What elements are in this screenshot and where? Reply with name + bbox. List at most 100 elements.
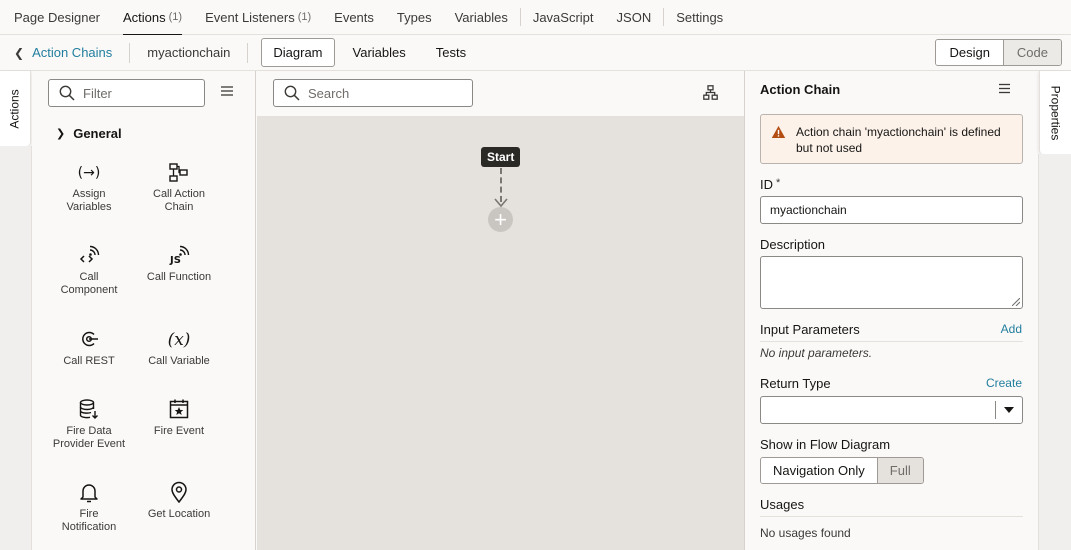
tab-tests[interactable]: Tests: [424, 38, 478, 67]
flow-diagram-toggle: Navigation Only Full: [760, 457, 924, 484]
item-label: Get Location: [147, 508, 211, 520]
actions-side-tab[interactable]: Actions: [0, 71, 31, 146]
back-label: Action Chains: [32, 45, 113, 60]
add-parameter-link[interactable]: Add: [1001, 322, 1022, 336]
svg-text:(→): (→): [78, 165, 101, 181]
right-side-strip: [1038, 154, 1071, 550]
tab-count: (1): [297, 11, 312, 23]
group-general-header[interactable]: ❯ General: [56, 126, 122, 141]
tab-chain-variables[interactable]: Variables: [341, 38, 418, 67]
tab-label: Settings: [676, 9, 724, 25]
rest-icon: [44, 327, 134, 351]
item-label: Component: [60, 284, 118, 296]
input-parameters-label: Input Parameters: [760, 322, 860, 337]
show-in-flow-label: Show in Flow Diagram: [760, 437, 891, 452]
return-type-label: Return Type: [760, 376, 831, 391]
search-placeholder: Search: [308, 85, 350, 101]
svg-text:JS: JS: [169, 255, 181, 266]
palette-item-call-component[interactable]: Call Component: [44, 243, 134, 297]
item-label: Chain: [164, 201, 194, 213]
tab-actions[interactable]: Actions (1): [123, 0, 183, 36]
hierarchy-layout-icon[interactable]: [703, 85, 718, 100]
diagram-canvas[interactable]: Start +: [257, 116, 744, 550]
full-button[interactable]: Full: [876, 458, 923, 483]
location-pin-icon: [134, 480, 224, 504]
return-type-select[interactable]: [760, 396, 1023, 424]
palette-item-fire-notification[interactable]: Fire Notification: [44, 480, 134, 534]
tab-divider: [519, 8, 521, 26]
item-label: Notification: [61, 521, 117, 533]
tab-label: Types: [396, 9, 432, 25]
resize-grip-icon[interactable]: [1012, 298, 1020, 306]
tab-label: Page Designer: [14, 9, 100, 25]
tab-count: (1): [168, 11, 183, 23]
item-label: Call Variable: [148, 355, 210, 367]
tab-label: JSON: [616, 9, 652, 25]
unused-warning-banner: Action chain 'myactionchain' is defined …: [760, 114, 1023, 164]
item-label: Call: [79, 271, 99, 283]
tab-label: JavaScript: [532, 9, 594, 25]
palette-item-get-location[interactable]: Get Location: [134, 480, 224, 521]
item-label: Assign: [72, 188, 106, 200]
item-label: Call Action: [153, 188, 205, 200]
left-side-strip: [0, 146, 32, 550]
tab-variables[interactable]: Variables: [455, 0, 508, 35]
side-tab-label: Actions: [8, 88, 23, 129]
side-tab-label: Properties: [1048, 85, 1063, 140]
palette-item-call-rest[interactable]: Call REST: [44, 327, 134, 368]
description-textarea[interactable]: [760, 256, 1023, 309]
tab-events[interactable]: Events: [334, 0, 374, 35]
usages-label: Usages: [760, 497, 805, 512]
tab-types[interactable]: Types: [397, 0, 432, 35]
navigation-only-button[interactable]: Navigation Only: [761, 458, 877, 483]
palette-item-assign-variables[interactable]: (→) Assign Variables: [44, 160, 134, 214]
create-type-link[interactable]: Create: [986, 376, 1022, 390]
palette-item-fire-event[interactable]: Fire Event: [134, 397, 224, 438]
flow-connector: [500, 168, 502, 202]
palette-item-fire-data-provider-event[interactable]: Fire Data Provider Event: [44, 397, 134, 451]
properties-side-tab[interactable]: Properties: [1039, 71, 1071, 154]
hamburger-menu-icon[interactable]: [221, 85, 233, 97]
back-to-action-chains-link[interactable]: ❮ Action Chains: [0, 45, 112, 60]
palette-item-call-variable[interactable]: (x) Call Variable: [134, 327, 224, 368]
group-label: General: [73, 126, 122, 141]
search-icon: [59, 85, 75, 101]
search-icon: [284, 85, 300, 101]
dropdown-toggle[interactable]: [995, 401, 1022, 419]
divider: [247, 42, 249, 63]
design-button[interactable]: Design: [936, 40, 1003, 65]
chevron-left-icon: ❮: [14, 45, 25, 60]
diagram-search-input[interactable]: Search: [273, 79, 473, 107]
tab-diagram[interactable]: Diagram: [261, 38, 335, 67]
tab-event-listeners[interactable]: Event Listeners (1): [205, 0, 311, 35]
tab-settings[interactable]: Settings: [676, 0, 723, 35]
tab-label: Events: [334, 9, 374, 25]
palette-item-call-function[interactable]: JS Call Function: [134, 243, 224, 284]
diagram-toolbar: Search: [257, 71, 744, 116]
palette-item-call-action-chain[interactable]: Call Action Chain: [134, 160, 224, 214]
start-node[interactable]: Start: [481, 147, 521, 167]
chain-name: myactionchain: [147, 45, 231, 60]
id-field[interactable]: myactionchain: [760, 196, 1023, 224]
id-label: ID *: [760, 177, 780, 192]
divider: [760, 341, 1023, 342]
item-label: Call REST: [63, 355, 115, 367]
item-label: Fire Data: [66, 425, 112, 437]
tab-divider: [663, 8, 665, 26]
js-function-icon: JS: [134, 243, 224, 267]
item-label: Variables: [66, 201, 112, 213]
warning-icon: [771, 126, 786, 138]
tab-page-designer[interactable]: Page Designer: [14, 0, 100, 35]
tab-label: Event Listeners: [205, 9, 295, 25]
add-action-button[interactable]: +: [488, 207, 513, 232]
top-tab-bar: Page Designer Actions (1) Event Listeners…: [0, 0, 1071, 36]
tab-javascript[interactable]: JavaScript: [533, 0, 594, 35]
tab-json[interactable]: JSON: [617, 0, 652, 35]
required-marker: *: [776, 177, 781, 189]
divider: [129, 42, 131, 63]
code-button[interactable]: Code: [1002, 40, 1061, 65]
description-label: Description: [760, 237, 826, 252]
hamburger-menu-icon[interactable]: [999, 83, 1010, 94]
design-code-switch: Design Code: [935, 39, 1062, 66]
filter-input[interactable]: Filter: [48, 79, 205, 107]
